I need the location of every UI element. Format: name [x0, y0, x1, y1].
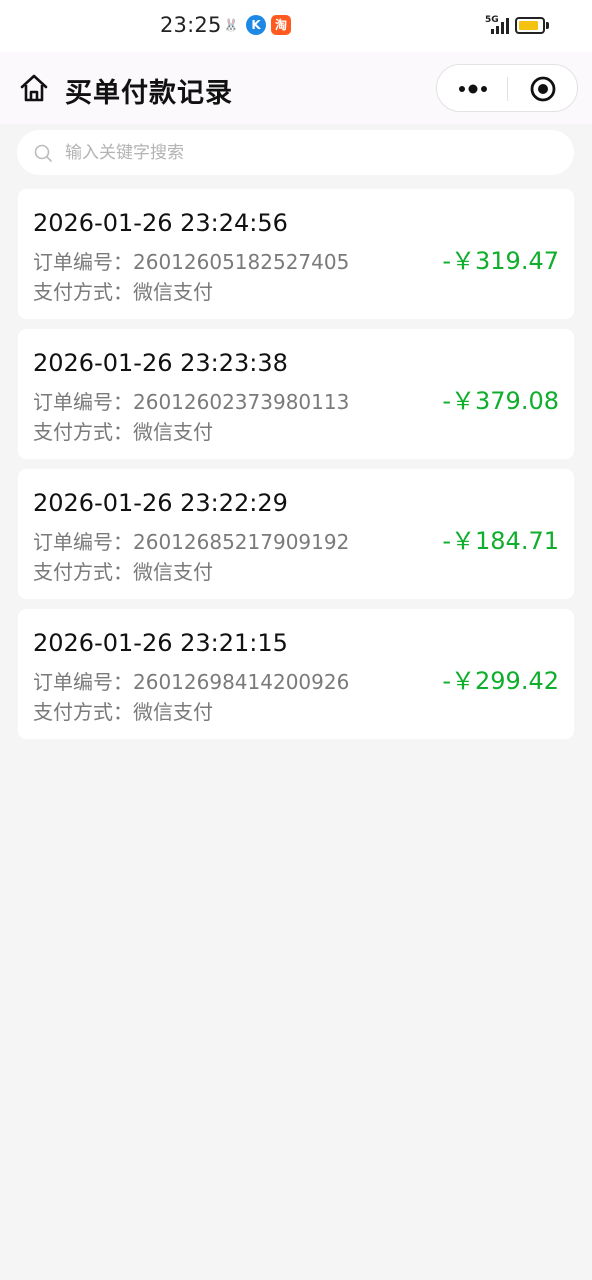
battery-tip: [546, 22, 549, 29]
record-pay-method: 支付方式：微信支付: [33, 556, 213, 585]
record-time: 2026-01-26 23:24:56: [33, 209, 288, 237]
record-time: 2026-01-26 23:21:15: [33, 629, 288, 657]
record-pay-method: 支付方式：微信支付: [33, 276, 213, 305]
search-input[interactable]: [65, 130, 545, 175]
order-number: 26012698414200926: [133, 670, 350, 694]
record-order-no: 订单编号：26012685217909192: [33, 526, 349, 555]
battery-level: [519, 21, 538, 30]
home-icon[interactable]: [18, 72, 50, 104]
yellow-rabbit-icon: 🐰: [223, 18, 239, 32]
record-order-no: 订单编号：26012602373980113: [33, 386, 349, 415]
nav-bar: 买单付款记录: [0, 52, 592, 124]
search-icon: [34, 144, 52, 162]
taobao-icon: 淘: [271, 15, 291, 35]
record-order-no: 订单编号：26012698414200926: [33, 666, 349, 695]
pay-label: 支付方式：: [33, 420, 133, 444]
order-label: 订单编号：: [33, 250, 133, 274]
record-order-no: 订单编号：26012605182527405: [33, 246, 349, 275]
page-title: 买单付款记录: [65, 78, 233, 109]
pay-method: 微信支付: [133, 420, 213, 444]
capsule-divider: [507, 77, 508, 101]
status-bar: 23:25 🐰 K 淘 5G: [0, 0, 592, 52]
pay-method: 微信支付: [133, 280, 213, 304]
battery-icon: [515, 17, 545, 34]
pay-label: 支付方式：: [33, 280, 133, 304]
pay-label: 支付方式：: [33, 560, 133, 584]
record-pay-method: 支付方式：微信支付: [33, 416, 213, 445]
k-app-icon: K: [246, 15, 266, 35]
mini-program-capsule: [436, 64, 578, 112]
record-time: 2026-01-26 23:23:38: [33, 349, 288, 377]
target-close-icon[interactable]: [530, 76, 556, 102]
search-box[interactable]: [17, 130, 574, 175]
pay-method: 微信支付: [133, 700, 213, 724]
order-label: 订单编号：: [33, 390, 133, 414]
record-pay-method: 支付方式：微信支付: [33, 696, 213, 725]
pay-label: 支付方式：: [33, 700, 133, 724]
record-amount: -￥299.42: [442, 667, 559, 695]
signal-icon: [491, 18, 509, 34]
record-amount: -￥184.71: [442, 527, 559, 555]
record-card[interactable]: 2026-01-26 23:22:29 订单编号：260126852179091…: [18, 469, 574, 599]
order-label: 订单编号：: [33, 670, 133, 694]
order-number: 26012685217909192: [133, 530, 350, 554]
pay-method: 微信支付: [133, 560, 213, 584]
order-label: 订单编号：: [33, 530, 133, 554]
record-card[interactable]: 2026-01-26 23:23:38 订单编号：260126023739801…: [18, 329, 574, 459]
order-number: 26012605182527405: [133, 250, 350, 274]
record-amount: -￥379.08: [442, 387, 559, 415]
status-time: 23:25: [160, 13, 222, 37]
record-list: 2026-01-26 23:24:56 订单编号：260126051825274…: [18, 189, 574, 749]
record-amount: -￥319.47: [442, 247, 559, 275]
order-number: 26012602373980113: [133, 390, 350, 414]
more-dots-icon[interactable]: [457, 80, 489, 98]
record-time: 2026-01-26 23:22:29: [33, 489, 288, 517]
record-card[interactable]: 2026-01-26 23:21:15 订单编号：260126984142009…: [18, 609, 574, 739]
record-card[interactable]: 2026-01-26 23:24:56 订单编号：260126051825274…: [18, 189, 574, 319]
